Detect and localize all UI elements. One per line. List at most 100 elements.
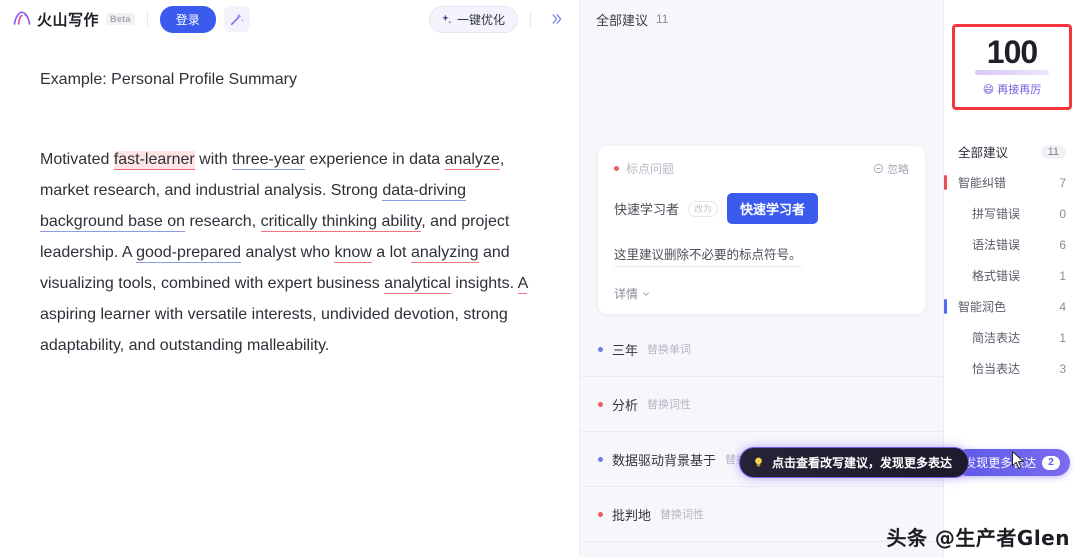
score-emoji-icon: 😄 <box>982 83 995 96</box>
doc-text-run: with <box>194 151 233 168</box>
apply-replacement-button[interactable]: 快速学习者 <box>727 193 819 224</box>
score-box: 100 😄 再接再厉 <box>952 24 1072 110</box>
suggestion-item-text: 三年 <box>612 342 639 358</box>
top-toolbar: 火山写作 Beta 登录 一键优化 <box>0 0 579 38</box>
doc-flagged-run[interactable]: fast-learner <box>113 151 195 170</box>
ignore-button[interactable]: 忽略 <box>873 161 909 177</box>
original-text: 快速学习者 <box>614 202 680 217</box>
doc-text-run: aspiring learner with versatile interest… <box>40 306 508 354</box>
sparkle-icon <box>442 14 452 24</box>
suggestion-type-dot <box>598 456 603 462</box>
suggestion-type-dot <box>598 346 603 352</box>
stat-row-label: 拼写错误 <box>972 207 1021 221</box>
doc-flagged-run[interactable]: know <box>334 244 372 263</box>
doc-flagged-run[interactable]: analytical <box>384 275 451 294</box>
stat-row-拼写错误[interactable]: 拼写错误 0 <box>944 198 1080 229</box>
stat-row-label: 格式错误 <box>972 269 1021 283</box>
stat-row-value: 6 <box>1059 237 1066 252</box>
collapse-panel-button[interactable] <box>543 6 569 32</box>
suggestion-item-kind: 替换词性 <box>660 509 705 521</box>
suggestion-list-item[interactable]: 分析 替换词性 <box>580 377 943 432</box>
doc-text-run: a lot <box>371 244 411 261</box>
suggestions-header: 全部建议 11 <box>580 0 943 38</box>
suggestion-type-dot <box>598 511 603 517</box>
doc-flagged-run[interactable]: good-prepared <box>136 244 242 263</box>
doc-text-run: Motivated <box>40 151 114 168</box>
app-logo[interactable]: 火山写作 Beta <box>12 9 135 30</box>
doc-text-run: analyst who <box>241 244 335 261</box>
replacement-row: 快速学习者 改为 快速学习者 <box>614 193 909 224</box>
stat-rows: 全部建议 11 智能纠错 7 拼写错误 0 语法错误 6 格式错误 1 智能润色 4 简洁表达 1 恰当表达… <box>944 136 1080 384</box>
doc-text-run: insights. <box>450 275 518 292</box>
app-logo-text: 火山写作 <box>37 11 100 29</box>
score-value: 100 <box>986 34 1038 70</box>
discover-more-badge: 2 <box>1042 455 1060 470</box>
magic-wand-glyph <box>230 13 244 26</box>
stat-row-智能纠错[interactable]: 智能纠错 7 <box>944 167 1080 198</box>
stat-row-value: 1 <box>1059 268 1066 283</box>
suggestion-description: 这里建议删除不必要的标点符号。 <box>614 244 802 267</box>
stat-row-value: 7 <box>1059 175 1066 190</box>
toolbar-divider-2 <box>530 11 531 27</box>
stat-row-简洁表达[interactable]: 简洁表达 1 <box>944 322 1080 353</box>
document-title: Example: Personal Profile Summary <box>40 71 297 88</box>
stat-row-indicator <box>944 175 947 190</box>
stat-row-value: 11 <box>1040 144 1066 159</box>
score-label-row: 😄 再接再厉 <box>955 81 1069 97</box>
double-chevron-right-icon <box>552 14 562 24</box>
login-button[interactable]: 登录 <box>159 5 216 33</box>
suggestion-type-dot <box>614 166 619 171</box>
stat-row-label: 智能润色 <box>958 300 1007 314</box>
doc-flagged-run[interactable]: analyze <box>444 151 500 170</box>
editor-column: 火山写作 Beta 登录 一键优化 Example: Personal Prof… <box>0 0 580 557</box>
stat-row-label: 语法错误 <box>972 238 1021 252</box>
stat-row-语法错误[interactable]: 语法错误 6 <box>944 229 1080 260</box>
suggestion-item-kind: 替换词性 <box>647 399 692 411</box>
stat-row-value: 4 <box>1059 299 1066 314</box>
suggestion-list: 三年替换单词分析替换词性数据驱动背景基于替换短语批判地替换词性 <box>580 322 943 542</box>
suggestion-type-dot <box>598 401 603 407</box>
replace-arrow-chip: 改为 <box>688 200 719 217</box>
stat-row-indicator <box>944 299 947 314</box>
optimize-label: 一键优化 <box>456 12 505 27</box>
suggestion-card[interactable]: 标点问题 忽略 快速学习者 改为 快速学习者 这里建议删除不必要的标点符号。 详… <box>598 146 925 314</box>
stat-row-格式错误[interactable]: 格式错误 1 <box>944 260 1080 291</box>
doc-flagged-run[interactable]: A <box>517 275 528 294</box>
discover-more-button[interactable]: 发现更多表达 2 <box>954 449 1070 476</box>
app-root: 火山写作 Beta 登录 一键优化 Example: Personal Prof… <box>0 0 1080 557</box>
chevron-down-icon <box>643 291 649 296</box>
watermark: 头条 @生产者Glen <box>886 526 1070 550</box>
suggestion-item-text: 分析 <box>612 397 639 413</box>
suggestions-header-label: 全部建议 <box>596 12 649 28</box>
toolbar-divider <box>146 11 148 27</box>
score-label: 再接再厉 <box>997 84 1042 96</box>
circle-minus-icon <box>873 163 884 174</box>
stat-row-value: 1 <box>1059 330 1066 345</box>
suggestion-list-item[interactable]: 三年 替换单词 <box>580 322 943 377</box>
stat-row-value: 3 <box>1059 361 1066 376</box>
score-underline-decoration <box>975 70 1049 75</box>
stat-row-label: 简洁表达 <box>972 331 1021 345</box>
rewrite-tooltip-text: 点击查看改写建议，发现更多表达 <box>772 456 953 470</box>
doc-text-run: research, <box>185 213 261 230</box>
stat-row-全部建议[interactable]: 全部建议 11 <box>944 136 1080 167</box>
document-editor[interactable]: Example: Personal Profile Summary Motiva… <box>0 38 579 361</box>
stat-row-label: 全部建议 <box>958 146 1009 160</box>
suggestions-header-count: 11 <box>656 12 669 26</box>
stat-row-label: 恰当表达 <box>972 362 1021 376</box>
suggestion-details-toggle[interactable]: 详情 <box>614 285 909 302</box>
suggestion-item-text: 批判地 <box>612 507 652 523</box>
stat-row-label: 智能纠错 <box>958 176 1007 190</box>
one-click-optimize-button[interactable]: 一键优化 <box>428 5 518 33</box>
suggestion-item-text: 数据驱动背景基于 <box>612 452 717 468</box>
stat-row-恰当表达[interactable]: 恰当表达 3 <box>944 353 1080 384</box>
details-label: 详情 <box>614 287 639 301</box>
stat-row-value: 0 <box>1059 206 1066 221</box>
document-paragraph: Motivated fast-learner with three-year e… <box>40 144 539 361</box>
doc-flagged-run[interactable]: three-year <box>232 151 305 170</box>
stat-row-智能润色[interactable]: 智能润色 4 <box>944 291 1080 322</box>
magic-wand-icon[interactable] <box>223 6 250 32</box>
doc-flagged-run[interactable]: analyzing <box>410 244 479 263</box>
doc-flagged-run[interactable]: critically thinking ability <box>260 213 422 232</box>
volcano-logo-icon <box>13 11 31 25</box>
